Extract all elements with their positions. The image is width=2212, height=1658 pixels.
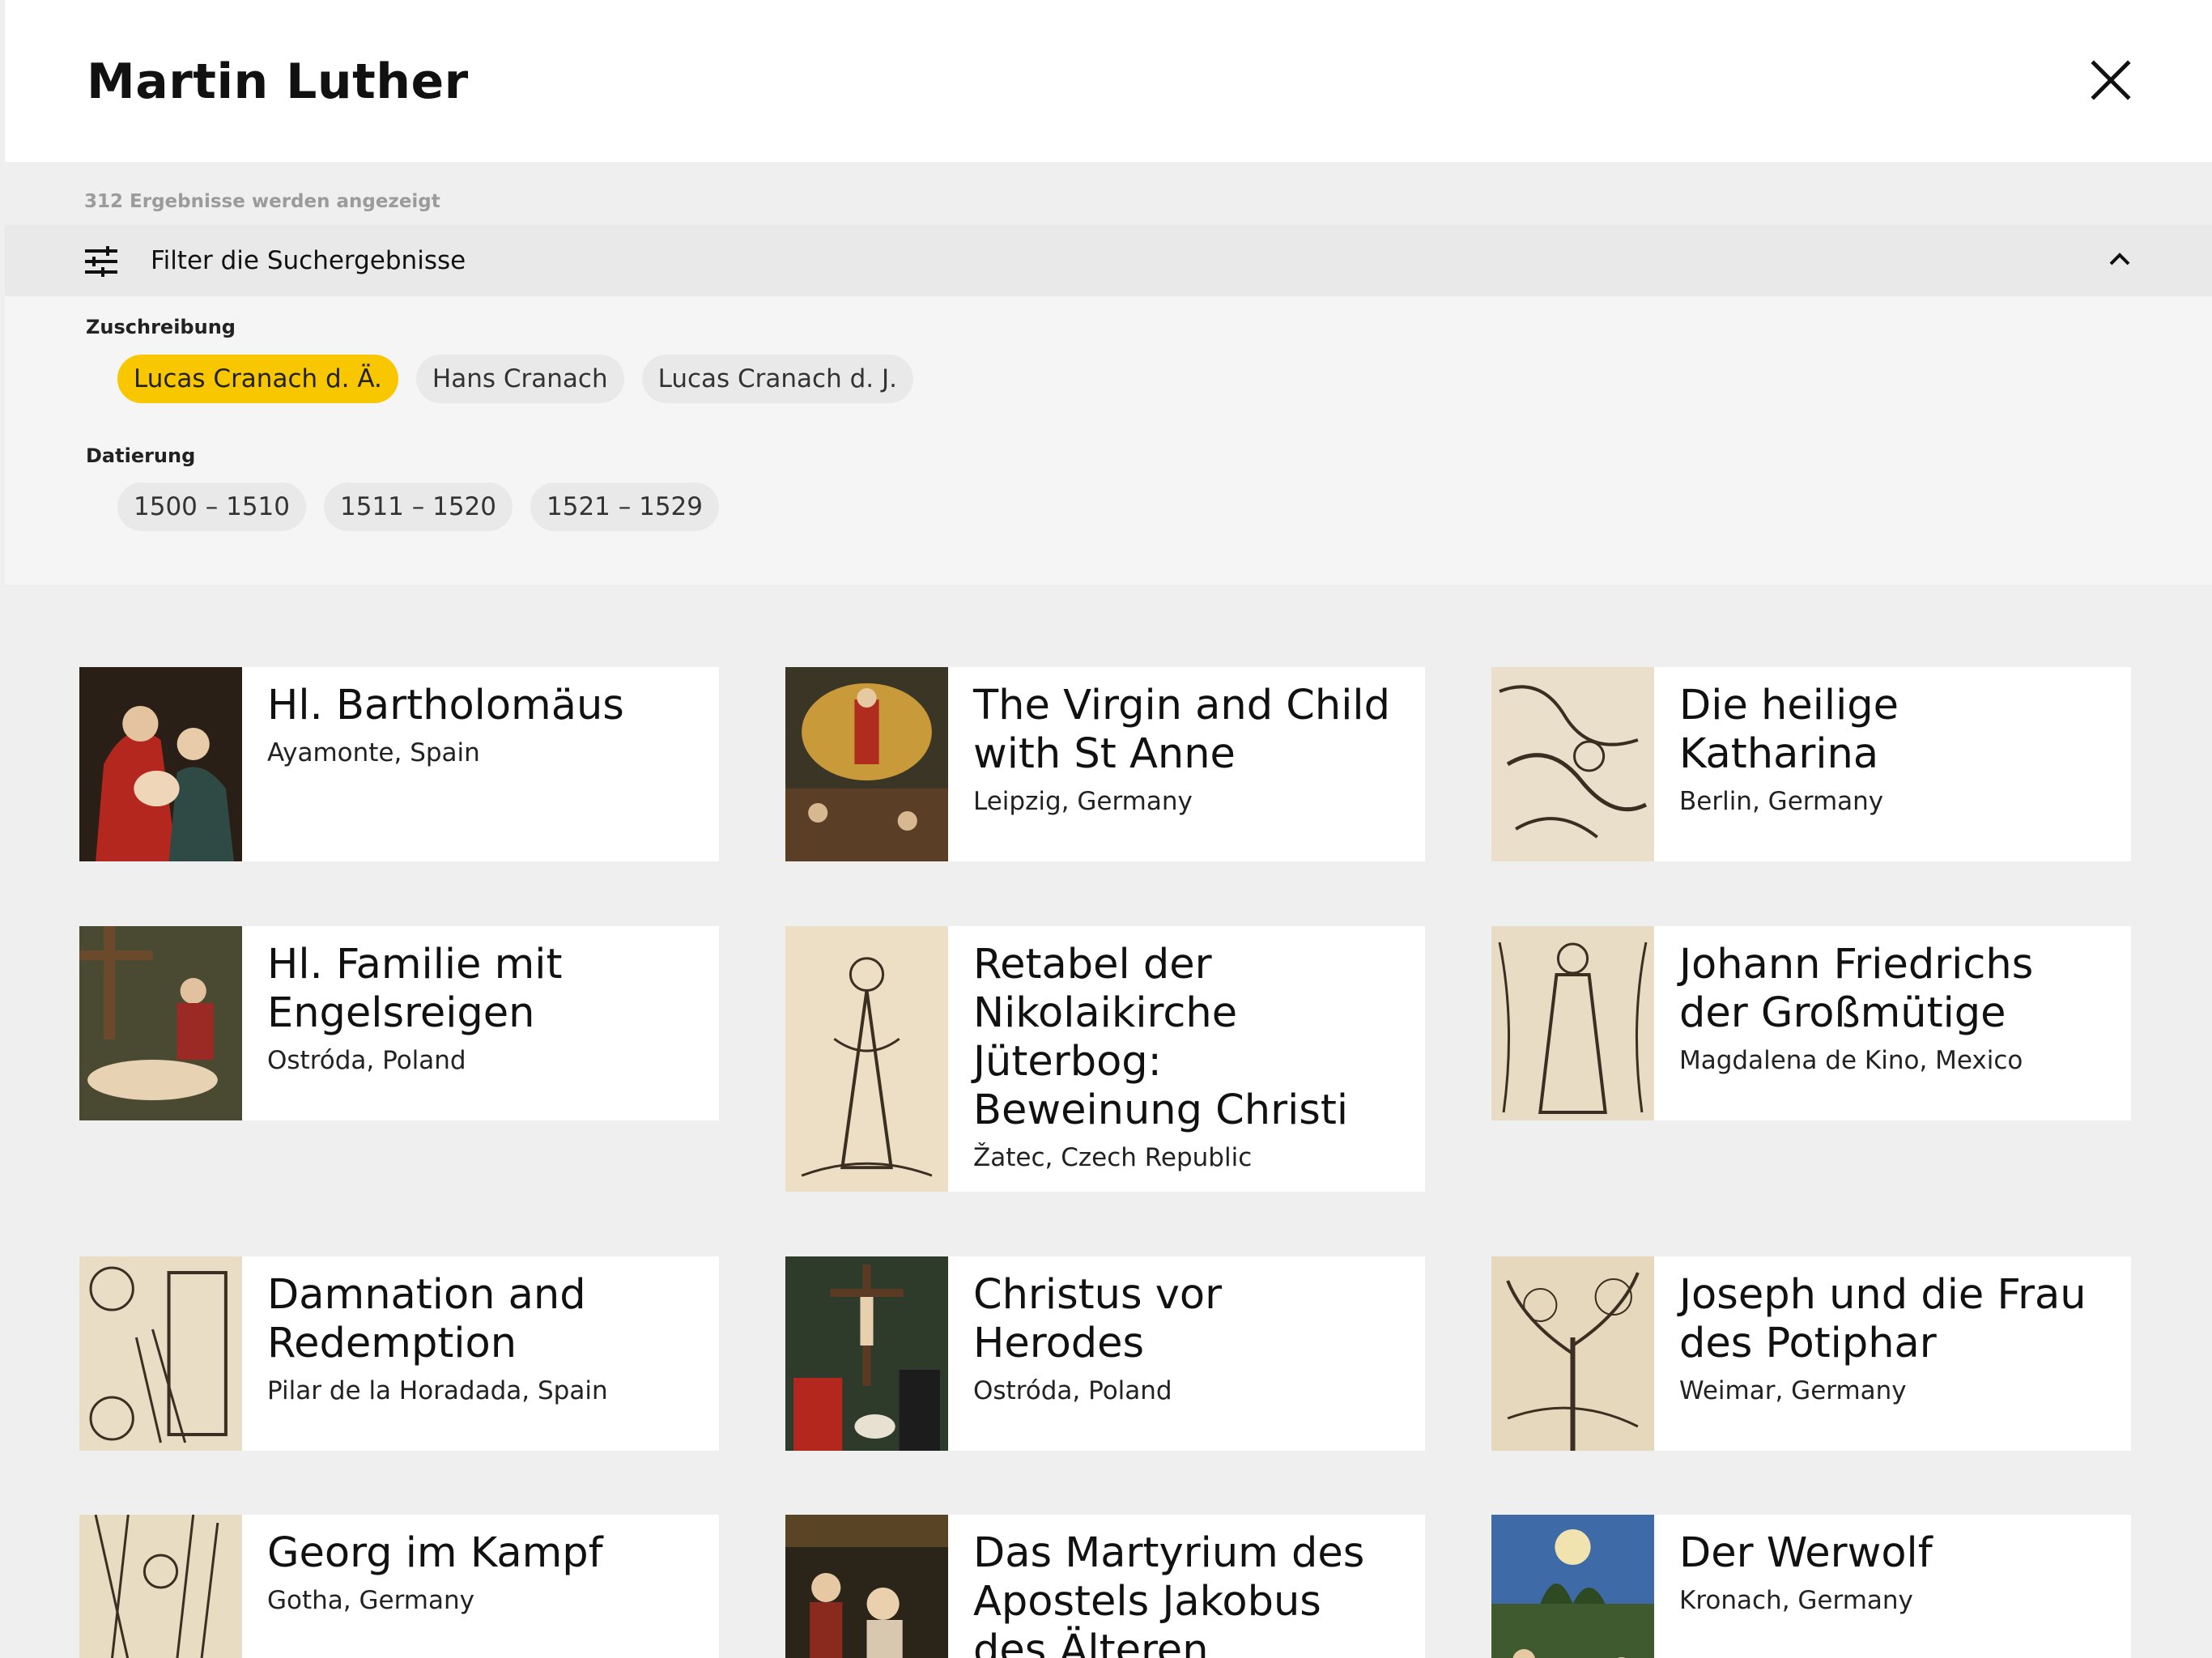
chevron-up-icon[interactable] (2108, 251, 2131, 267)
artwork-title: Damnation and Redemption (267, 1271, 586, 1367)
page-title: Martin Luther (87, 53, 469, 110)
artwork-card[interactable]: The Virgin and Child with St Anne Leipzi… (785, 667, 1425, 861)
artwork-location: Pilar de la Horadada, Spain (267, 1376, 608, 1405)
artwork-thumbnail (785, 1515, 948, 1658)
artwork-card[interactable]: Retabel der Nikolaikirche Jüterbog: Bewe… (785, 926, 1425, 1192)
artwork-location: Berlin, Germany (1679, 787, 1884, 816)
artwork-card[interactable]: Damnation and Redemption Pilar de la Hor… (79, 1256, 719, 1451)
sliders-icon (85, 246, 117, 277)
artwork-card[interactable]: Das Martyrium des Apostels Jakobus des Ä… (785, 1515, 1425, 1658)
artwork-title: Der Werwolf (1679, 1529, 1933, 1577)
filter-chips-dating: 1500 – 1510 1511 – 1520 1521 – 1529 (117, 483, 719, 531)
close-icon[interactable] (2089, 58, 2133, 102)
artwork-title: Retabel der Nikolaikirche Jüterbog: Bewe… (973, 941, 1348, 1134)
artwork-thumbnail (785, 926, 948, 1192)
filter-group-label-dating: Datierung (86, 444, 196, 467)
results-count: 312 Ergebnisse werden angezeigt (84, 191, 440, 212)
artwork-thumbnail (79, 1256, 242, 1451)
artwork-thumbnail (1491, 926, 1654, 1120)
artwork-card[interactable]: Hl. Bartholomäus Ayamonte, Spain (79, 667, 719, 861)
artwork-location: Žatec, Czech Republic (973, 1143, 1253, 1172)
header: Martin Luther (5, 0, 2212, 162)
artwork-title: Das Martyrium des Apostels Jakobus des Ä… (973, 1529, 1365, 1658)
artwork-thumbnail (785, 1256, 948, 1451)
filter-chip[interactable]: Lucas Cranach d. Ä. (117, 355, 398, 403)
artwork-title: Hl. Bartholomäus (267, 682, 624, 729)
artwork-location: Kronach, Germany (1679, 1586, 1913, 1615)
artwork-card[interactable]: Johann Friedrichs der Großmütige Magdale… (1491, 926, 2131, 1120)
filter-panel: Zuschreibung Lucas Cranach d. Ä. Hans Cr… (5, 296, 2212, 585)
artwork-title: Georg im Kampf (267, 1529, 603, 1577)
artwork-title: Johann Friedrichs der Großmütige (1679, 941, 2034, 1037)
filter-bar[interactable]: Filter die Suchergebnisse (5, 225, 2212, 296)
artwork-thumbnail (79, 667, 242, 861)
artwork-location: Leipzig, Germany (973, 787, 1193, 816)
artwork-location: Ostróda, Poland (267, 1046, 466, 1075)
artwork-thumbnail (79, 926, 242, 1120)
filter-group-label-attribution: Zuschreibung (86, 316, 236, 338)
artwork-title: The Virgin and Child with St Anne (973, 682, 1390, 778)
artwork-title: Christus vor Herodes (973, 1271, 1223, 1367)
artwork-title: Joseph und die Frau des Potiphar (1679, 1271, 2087, 1367)
artwork-thumbnail (1491, 667, 1654, 861)
artwork-card[interactable]: Georg im Kampf Gotha, Germany (79, 1515, 719, 1658)
artwork-thumbnail (79, 1515, 242, 1658)
filter-chips-attribution: Lucas Cranach d. Ä. Hans Cranach Lucas C… (117, 355, 913, 403)
artwork-thumbnail (1491, 1515, 1654, 1658)
filter-chip[interactable]: 1511 – 1520 (324, 483, 513, 531)
filter-chip[interactable]: Lucas Cranach d. J. (641, 355, 913, 403)
artwork-location: Gotha, Germany (267, 1586, 474, 1615)
filter-chip[interactable]: 1500 – 1510 (117, 483, 306, 531)
artwork-card[interactable]: Der Werwolf Kronach, Germany (1491, 1515, 2131, 1658)
search-results-panel: Martin Luther 312 Ergebnisse werden ange… (5, 0, 2212, 1658)
filter-toggle-label[interactable]: Filter die Suchergebnisse (151, 246, 466, 275)
artwork-card[interactable]: Joseph und die Frau des Potiphar Weimar,… (1491, 1256, 2131, 1451)
artwork-title: Die heilige Katharina (1679, 682, 1899, 778)
artwork-card[interactable]: Hl. Familie mit Engelsreigen Ostróda, Po… (79, 926, 719, 1120)
filter-chip[interactable]: Hans Cranach (415, 355, 624, 403)
artwork-card[interactable]: Die heilige Katharina Berlin, Germany (1491, 667, 2131, 861)
artwork-thumbnail (785, 667, 948, 861)
artwork-location: Ostróda, Poland (973, 1376, 1172, 1405)
filter-chip[interactable]: 1521 – 1529 (530, 483, 719, 531)
artwork-location: Magdalena de Kino, Mexico (1679, 1046, 2023, 1075)
artwork-title: Hl. Familie mit Engelsreigen (267, 941, 563, 1037)
artwork-card[interactable]: Christus vor Herodes Ostróda, Poland (785, 1256, 1425, 1451)
artwork-thumbnail (1491, 1256, 1654, 1451)
artwork-location: Weimar, Germany (1679, 1376, 1907, 1405)
artwork-location: Ayamonte, Spain (267, 738, 480, 767)
